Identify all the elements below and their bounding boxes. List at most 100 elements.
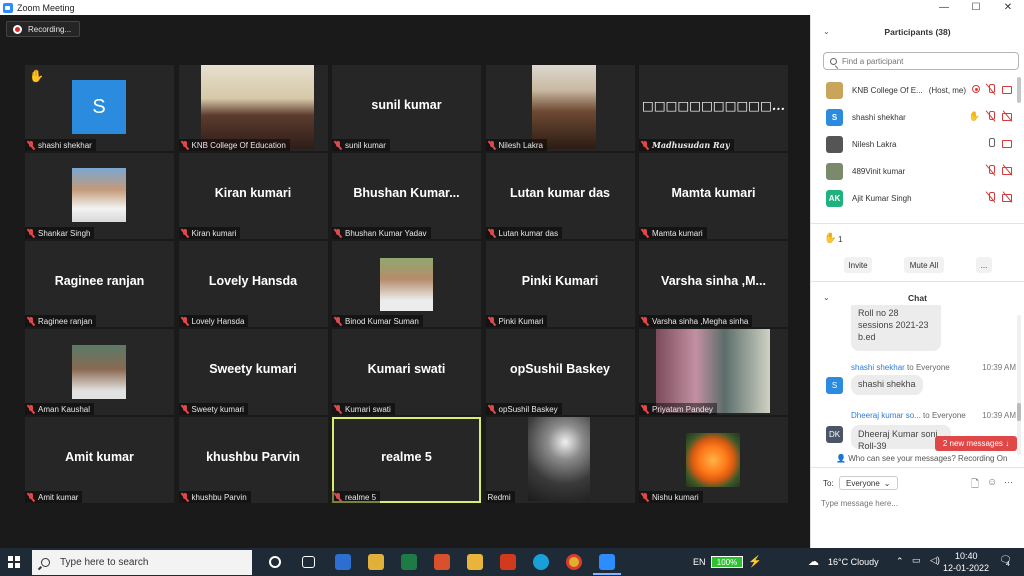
participant-tile[interactable]: Pinki Kumari Pinki Kumari	[485, 241, 635, 327]
maximize-button[interactable]: ☐	[960, 0, 992, 15]
participant-search-input[interactable]	[842, 56, 1012, 66]
recipient-select[interactable]: Everyone ⌄	[839, 476, 898, 490]
emoji-icon[interactable]: ☺	[987, 477, 997, 488]
privacy-note[interactable]: 👤 Who can see your messages? Recording O…	[836, 454, 1007, 463]
participant-row[interactable]: Sshashi shekhar ✋	[826, 106, 1014, 128]
chat-message-input[interactable]	[821, 496, 1016, 510]
file-icon[interactable]: 🗋	[971, 477, 979, 494]
mic-muted-icon	[334, 404, 342, 414]
network-icon[interactable]: ▭	[912, 555, 921, 566]
recording-label: Recording...	[28, 24, 72, 34]
participant-status-icons	[986, 191, 1014, 203]
participant-tile[interactable]: Nishu kumari	[639, 417, 788, 503]
participant-tile[interactable]: Amit kumar Amit kumar	[25, 417, 174, 503]
battery-indicator[interactable]: 100%	[711, 556, 743, 568]
participant-tile[interactable]: Bhushan Kumar... Bhushan Kumar Yadav	[332, 153, 481, 239]
participant-display-name: khushbu Parvin	[206, 450, 300, 464]
chevron-down-icon: ⌄	[883, 478, 891, 488]
participant-name: Kiran kumari	[191, 228, 237, 238]
participant-tile[interactable]: Lovely Hansda Lovely Hansda	[178, 241, 328, 327]
participant-tile[interactable]: □□□□□□□□□□□... Madhusudan Ray	[639, 65, 788, 151]
participant-name: opSushil Baskey	[498, 404, 558, 414]
app-icon[interactable]	[335, 554, 351, 570]
raised-hands-count: 1	[838, 235, 843, 244]
participant-tile[interactable]: S ✋ shashi shekhar	[25, 65, 174, 151]
participant-display-name: realme 5	[381, 450, 432, 464]
chat-scrollbar[interactable]	[1017, 315, 1021, 455]
participant-tile[interactable]: opSushil Baskey opSushil Baskey	[485, 329, 635, 415]
weather-text[interactable]: 16°C Cloudy	[828, 557, 879, 567]
participant-tile[interactable]: Mamta kumari Mamta kumari	[639, 153, 788, 239]
search-icon	[830, 57, 837, 65]
participant-row[interactable]: 489Vinit kumar	[826, 160, 1014, 182]
recording-indicator[interactable]: Recording...	[6, 21, 81, 37]
task-view-icon[interactable]	[302, 556, 315, 568]
close-button[interactable]: ✕	[992, 0, 1024, 15]
chevron-up-icon[interactable]: ⌃	[896, 556, 904, 567]
participant-row[interactable]: Nilesh Lakra	[826, 133, 1014, 155]
zoom-taskbar-icon[interactable]	[593, 554, 621, 575]
minimize-button[interactable]: —	[928, 0, 960, 15]
participant-name: Aman Kaushal	[38, 404, 91, 414]
participant-name-bar: Bhushan Kumar Yadav	[332, 227, 431, 239]
participant-tile[interactable]: Redmi	[485, 417, 635, 503]
chat-message-partial: Roll no 28 sessions 2021-23 b.ed	[851, 305, 941, 351]
mute-all-button[interactable]: Mute All	[904, 257, 944, 273]
participant-tile[interactable]: Binod Kumar Suman	[332, 241, 481, 327]
participant-name: Varsha sinha ,Megha sinha	[652, 316, 749, 326]
windows-start-icon[interactable]	[8, 556, 20, 568]
chat-sender[interactable]: shashi shekhar to Everyone	[851, 363, 950, 372]
participant-video	[527, 417, 590, 501]
more-icon[interactable]: ⋯	[1004, 477, 1013, 488]
participant-tile[interactable]: khushbu Parvin khushbu Parvin	[178, 417, 328, 503]
chat-sender-name[interactable]: shashi shekhar	[851, 363, 905, 372]
participant-tile[interactable]: sunil kumar sunil kumar	[332, 65, 481, 151]
participant-row[interactable]: AK Ajit Kumar Singh	[826, 187, 1014, 209]
participant-search[interactable]	[823, 52, 1019, 70]
participant-tile[interactable]: Shankar Singh	[25, 153, 174, 239]
participant-tile[interactable]: KNB College Of Education	[178, 65, 328, 151]
participant-tile[interactable]: Kumari swati Kumari swati	[332, 329, 481, 415]
taskbar-search[interactable]: Type here to search	[32, 550, 252, 575]
chat-text-line: b.ed	[858, 332, 876, 342]
participant-tile[interactable]: realme 5 realme 5	[332, 417, 481, 503]
file-explorer-icon[interactable]	[467, 554, 483, 570]
participant-scrollbar[interactable]	[1017, 75, 1021, 225]
participant-tile[interactable]: Sweety kumari Sweety kumari	[178, 329, 328, 415]
zoom-logo-icon	[3, 2, 13, 13]
participant-row[interactable]: KNB College Of E... (Host, me)	[826, 79, 1014, 101]
cortana-icon[interactable]	[269, 556, 281, 568]
speaker-icon[interactable]: ◁)	[930, 555, 940, 566]
participant-tile[interactable]: Lutan kumar das Lutan kumar das	[485, 153, 635, 239]
invite-button[interactable]: Invite	[844, 257, 872, 273]
excel-icon[interactable]	[401, 554, 417, 570]
chrome-icon[interactable]	[566, 554, 582, 570]
new-messages-button[interactable]: 2 new messages ↓	[935, 436, 1017, 451]
participant-tile[interactable]: Raginee ranjan Raginee ranjan	[25, 241, 174, 327]
chat-sender[interactable]: Dheeraj kumar so... to Everyone	[851, 411, 966, 420]
store-icon[interactable]	[368, 554, 384, 570]
participant-name: khushbu Parvin	[191, 492, 247, 502]
more-options-button[interactable]: ...	[976, 257, 992, 273]
app-icon[interactable]	[434, 554, 450, 570]
clock-date[interactable]: 12-01-2022	[943, 563, 989, 573]
participant-name-bar: Shankar Singh	[25, 227, 95, 239]
cloud-icon: ☁	[808, 556, 819, 568]
participant-avatar: S	[72, 80, 126, 134]
edge-icon[interactable]	[533, 554, 549, 570]
participant-tile[interactable]: Aman Kaushal	[25, 329, 174, 415]
chat-sender-name[interactable]: Dheeraj kumar so...	[851, 411, 921, 420]
raised-hand-icon: ✋	[968, 110, 980, 121]
participant-tile[interactable]: Priyatam Pandey	[639, 329, 788, 415]
participant-tile[interactable]: Kiran kumari Kiran kumari	[178, 153, 328, 239]
participant-display-name: Mamta kumari	[671, 186, 756, 200]
mic-muted-icon	[488, 316, 496, 326]
mic-muted-icon	[641, 404, 649, 414]
participant-tile[interactable]: Varsha sinha ,M... Varsha sinha ,Megha si…	[639, 241, 788, 327]
participant-tile[interactable]: Nilesh Lakra	[485, 65, 635, 151]
language-indicator[interactable]: EN	[693, 557, 706, 567]
camera-off-icon	[1002, 164, 1014, 176]
office-icon[interactable]	[500, 554, 516, 570]
clock-time[interactable]: 10:40	[955, 551, 978, 561]
raised-hand-icon: ✋	[824, 233, 837, 244]
